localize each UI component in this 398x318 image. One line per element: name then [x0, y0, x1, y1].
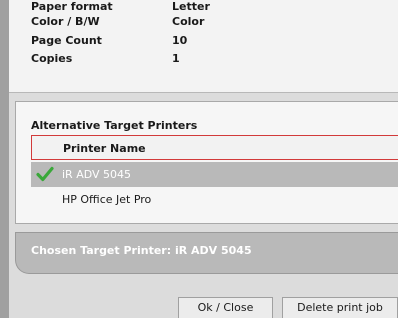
detail-value: 10 [172, 34, 188, 47]
detail-label: Copies [31, 52, 73, 65]
chosen-target-printer-text: Chosen Target Printer: iR ADV 5045 [31, 244, 252, 257]
printer-row-ir-adv-5045[interactable]: iR ADV 5045 [31, 162, 398, 187]
printer-name: HP Office Jet Pro [62, 193, 152, 206]
printer-name: iR ADV 5045 [62, 168, 132, 181]
window-frame-left [0, 0, 9, 318]
job-details-panel: Paper format Letter Color / B/W Color Pa… [9, 0, 398, 93]
column-header-label: Printer Name [63, 142, 146, 155]
ok-close-button[interactable]: Ok / Close [178, 297, 273, 318]
detail-label: Paper format [31, 0, 113, 13]
detail-value: Color [172, 15, 205, 28]
printer-name-column-header[interactable]: Printer Name [31, 135, 398, 160]
detail-value: 1 [172, 52, 180, 65]
alternative-printers-title: Alternative Target Printers [31, 119, 198, 132]
detail-label: Color / B/W [31, 15, 100, 28]
printer-row-hp-office-jet-pro[interactable]: HP Office Jet Pro [31, 187, 398, 212]
print-job-dialog: Paper format Letter Color / B/W Color Pa… [0, 0, 398, 318]
detail-value: Letter [172, 0, 210, 13]
chosen-target-printer-bar: Chosen Target Printer: iR ADV 5045 [15, 232, 398, 274]
checkmark-icon [36, 166, 54, 182]
detail-label: Page Count [31, 34, 102, 47]
alternative-printers-panel: Alternative Target Printers Printer Name… [15, 101, 398, 224]
delete-print-job-button[interactable]: Delete print job [282, 297, 398, 318]
